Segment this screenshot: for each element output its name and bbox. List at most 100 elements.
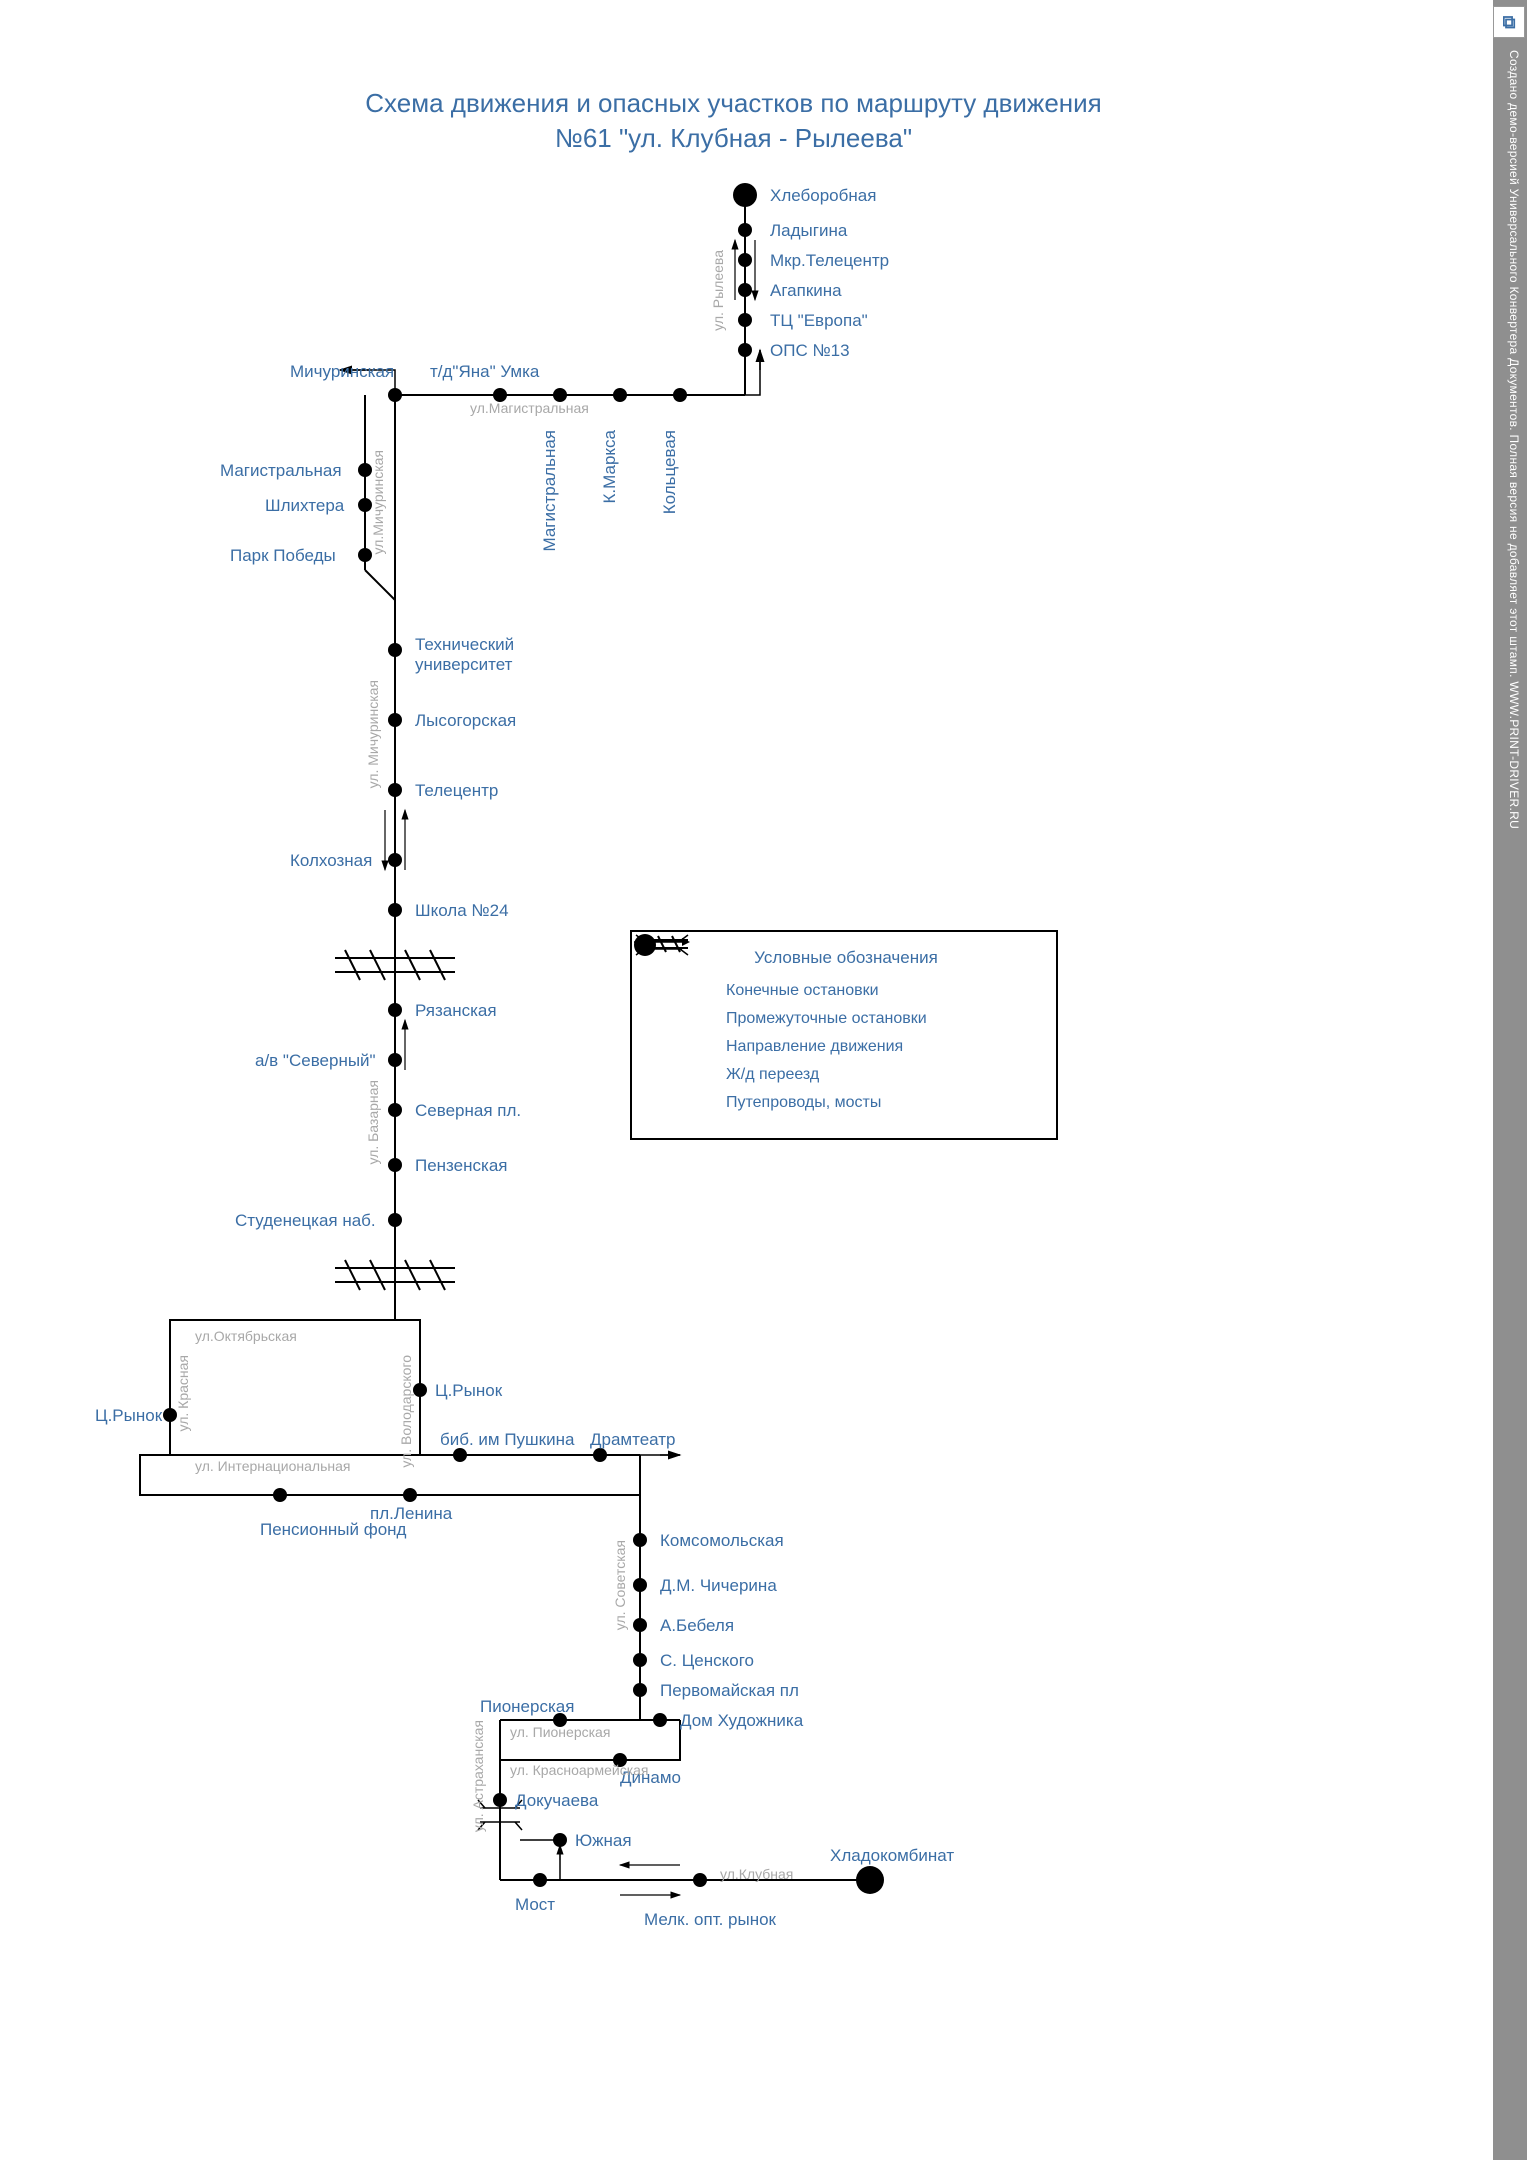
page-root: ⧉ Создано демо-версией Универсального Ко… (0, 0, 1527, 2160)
stop-label: Мелк. опт. рынок (640, 1910, 780, 1930)
stop-label: Школа №24 (415, 901, 509, 921)
intermediate-stop-icon (738, 313, 752, 327)
intermediate-stop-icon (388, 643, 402, 657)
legend-box: Условные обозначения Конечные остановки … (630, 930, 1058, 1140)
intermediate-stop-icon (388, 1053, 402, 1067)
street-label: ул.Мичуринская (370, 450, 386, 555)
intermediate-stop-icon (738, 343, 752, 357)
stop-label: ТЦ "Европа" (770, 311, 868, 331)
street-label: ул. Рылеева (710, 250, 726, 331)
legend-label: Конечные остановки (726, 982, 879, 1000)
stop-label: Пионерская (480, 1697, 574, 1717)
intermediate-stop-icon (653, 1713, 667, 1727)
stop-label: Первомайская пл (660, 1681, 799, 1701)
stop-label: Комсомольская (660, 1531, 784, 1551)
street-label: ул. Интернациональная (195, 1458, 350, 1474)
vertical-label: Кольцевая (660, 430, 680, 514)
legend-row-direction: Направление движения (656, 1038, 1036, 1056)
stop-label: ОПС №13 (770, 341, 850, 361)
legend-row-intermediate: Промежуточные остановки (656, 1010, 1036, 1028)
stop-label: Докучаева (515, 1791, 598, 1811)
intermediate-stop-icon (453, 1448, 467, 1462)
stop-label: Ц.Рынок (435, 1381, 502, 1401)
street-label: ул.Клубная (720, 1866, 793, 1882)
stop-label: Ц.Рынок (95, 1406, 162, 1426)
stop-label: Лысогорская (415, 711, 516, 731)
intermediate-stop-icon (388, 1213, 402, 1227)
stop-label: Хлеборобная (770, 186, 876, 206)
stop-label: Студенецкая наб. (235, 1211, 376, 1231)
stop-label: Пензенская (415, 1156, 507, 1176)
vertical-label: К.Маркса (600, 430, 620, 503)
stop-label: А.Бебеля (660, 1616, 734, 1636)
stop-label: Колхозная (290, 851, 372, 871)
intermediate-stop-icon (413, 1383, 427, 1397)
stop-label: т/д"Яна" Умка (430, 362, 539, 382)
stop-label: биб. им Пушкина (440, 1430, 574, 1450)
street-label: ул.Магистральная (470, 400, 589, 416)
stop-label: Д.М. Чичерина (660, 1576, 777, 1596)
street-label: ул. Астраханская (470, 1720, 486, 1832)
street-label: ул. Красная (175, 1355, 191, 1431)
street-label: ул. Красноармейская (510, 1762, 649, 1778)
legend-row-rail: Ж/д переезд (656, 1066, 1036, 1084)
intermediate-stop-icon (633, 1683, 647, 1697)
intermediate-stop-icon (388, 388, 402, 402)
intermediate-stop-icon (553, 1833, 567, 1847)
legend-title: Условные обозначения (656, 948, 1036, 968)
intermediate-stop-icon (673, 388, 687, 402)
intermediate-stop-icon (388, 1103, 402, 1117)
street-label: ул. Советская (612, 1540, 628, 1630)
stop-label: Телецентр (415, 781, 498, 801)
intermediate-stop-icon (388, 853, 402, 867)
vertical-label: Магистральная (540, 430, 560, 552)
intermediate-stop-icon (273, 1488, 287, 1502)
terminal-stop-icon (856, 1866, 884, 1894)
intermediate-stop-icon (693, 1873, 707, 1887)
legend-label: Ж/д переезд (726, 1066, 819, 1084)
stop-label: Северная пл. (415, 1101, 521, 1121)
stop-label: Дом Художника (680, 1711, 803, 1731)
intermediate-stop-icon (533, 1873, 547, 1887)
intermediate-stop-icon (738, 253, 752, 267)
stop-label: Хладокомбинат (830, 1846, 954, 1866)
stop-label: Мкр.Телецентр (770, 251, 889, 271)
stop-label: Драмтеатр (590, 1430, 675, 1450)
intermediate-stop-icon (633, 1578, 647, 1592)
stop-label: Ладыгина (770, 221, 847, 241)
intermediate-stop-icon (388, 783, 402, 797)
terminal-stop-icon (733, 183, 757, 207)
stop-label: Мост (515, 1895, 555, 1915)
street-label: ул.Октябрьская (195, 1328, 297, 1344)
stop-label: Пенсионный фонд (260, 1520, 406, 1540)
street-label: ул. Мичуринская (365, 680, 381, 788)
intermediate-stop-icon (388, 1158, 402, 1172)
stop-label: С. Ценского (660, 1651, 754, 1671)
stop-label: Магистральная (220, 461, 342, 481)
stop-label: а/в "Северный" (255, 1051, 376, 1071)
legend-row-terminal: Конечные остановки (656, 982, 1036, 1000)
legend-row-bridge: Путепроводы, мосты (656, 1094, 1036, 1112)
intermediate-stop-icon (388, 903, 402, 917)
street-label: ул. Пионерская (510, 1724, 610, 1740)
intermediate-stop-icon (738, 223, 752, 237)
legend-label: Путепроводы, мосты (726, 1094, 881, 1112)
street-label: ул. Володарского (398, 1355, 414, 1468)
stop-label: Агапкина (770, 281, 842, 301)
stop-label: Южная (575, 1831, 632, 1851)
intermediate-stop-icon (388, 1003, 402, 1017)
stop-label: Мичуринская (290, 362, 394, 382)
legend-label: Промежуточные остановки (726, 1010, 927, 1028)
intermediate-stop-icon (633, 1653, 647, 1667)
intermediate-stop-icon (388, 713, 402, 727)
intermediate-stop-icon (613, 388, 627, 402)
intermediate-stop-icon (633, 1618, 647, 1632)
intermediate-stop-icon (403, 1488, 417, 1502)
street-label: ул. Базарная (365, 1080, 381, 1165)
stop-label: Парк Победы (230, 546, 336, 566)
stop-label: Шлихтера (265, 496, 344, 516)
intermediate-stop-icon (493, 1793, 507, 1807)
intermediate-stop-icon (593, 1448, 607, 1462)
intermediate-stop-icon (738, 283, 752, 297)
stop-label: Рязанская (415, 1001, 497, 1021)
